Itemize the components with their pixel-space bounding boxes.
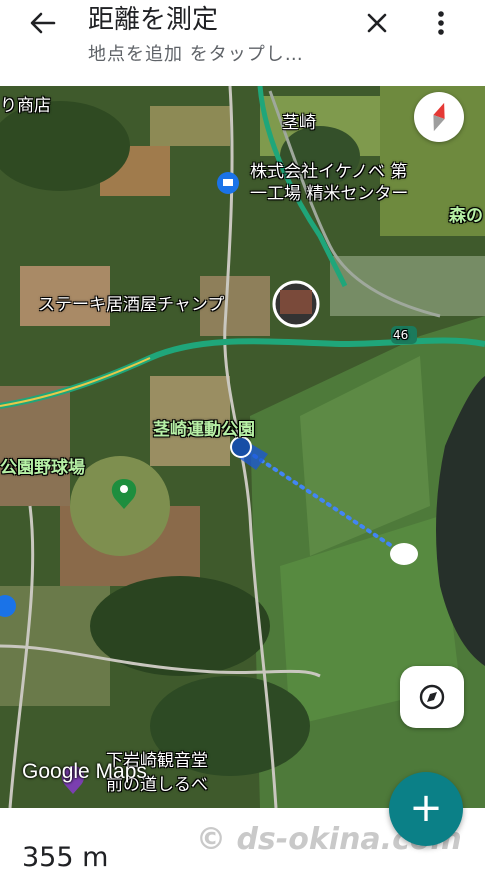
map-label-shop[interactable]: り商店 xyxy=(0,96,51,116)
satellite-map[interactable]: り商店 茎崎 株式会社イケノベ 第 一工場 精米センター 森の ステーキ居酒屋チ… xyxy=(0,86,485,808)
add-icon: + xyxy=(409,785,443,831)
compass-icon[interactable] xyxy=(414,92,464,142)
map-label-baseball-field[interactable]: 公園野球場 xyxy=(0,458,85,478)
my-location-button[interactable] xyxy=(400,666,464,728)
total-distance: 355 m xyxy=(22,842,109,873)
google-maps-logo: Google Maps xyxy=(22,760,147,783)
top-app-bar: 距離を測定 地点を追加 をタップし… xyxy=(0,0,485,86)
map-label-sports-park[interactable]: 茎崎運動公園 xyxy=(153,420,255,440)
back-arrow-icon[interactable] xyxy=(26,8,60,38)
page-subtitle: 地点を追加 をタップし… xyxy=(88,44,304,65)
close-icon[interactable] xyxy=(362,8,392,38)
add-point-button[interactable]: + xyxy=(389,772,463,846)
map-label-company-line2[interactable]: 一工場 精米センター xyxy=(250,184,408,204)
map-label-area-kukizaki[interactable]: 茎崎 xyxy=(282,113,316,133)
more-vert-icon[interactable] xyxy=(428,8,454,38)
map-label-company-line1[interactable]: 株式会社イケノベ 第 xyxy=(250,162,407,182)
my-location-icon xyxy=(419,684,445,710)
route-46-shield-label: 46 xyxy=(393,328,409,342)
map-label-forest[interactable]: 森の xyxy=(449,206,483,226)
page-title: 距離を測定 xyxy=(88,5,219,35)
map-label-steak-house[interactable]: ステーキ居酒屋チャンプ xyxy=(38,295,224,315)
